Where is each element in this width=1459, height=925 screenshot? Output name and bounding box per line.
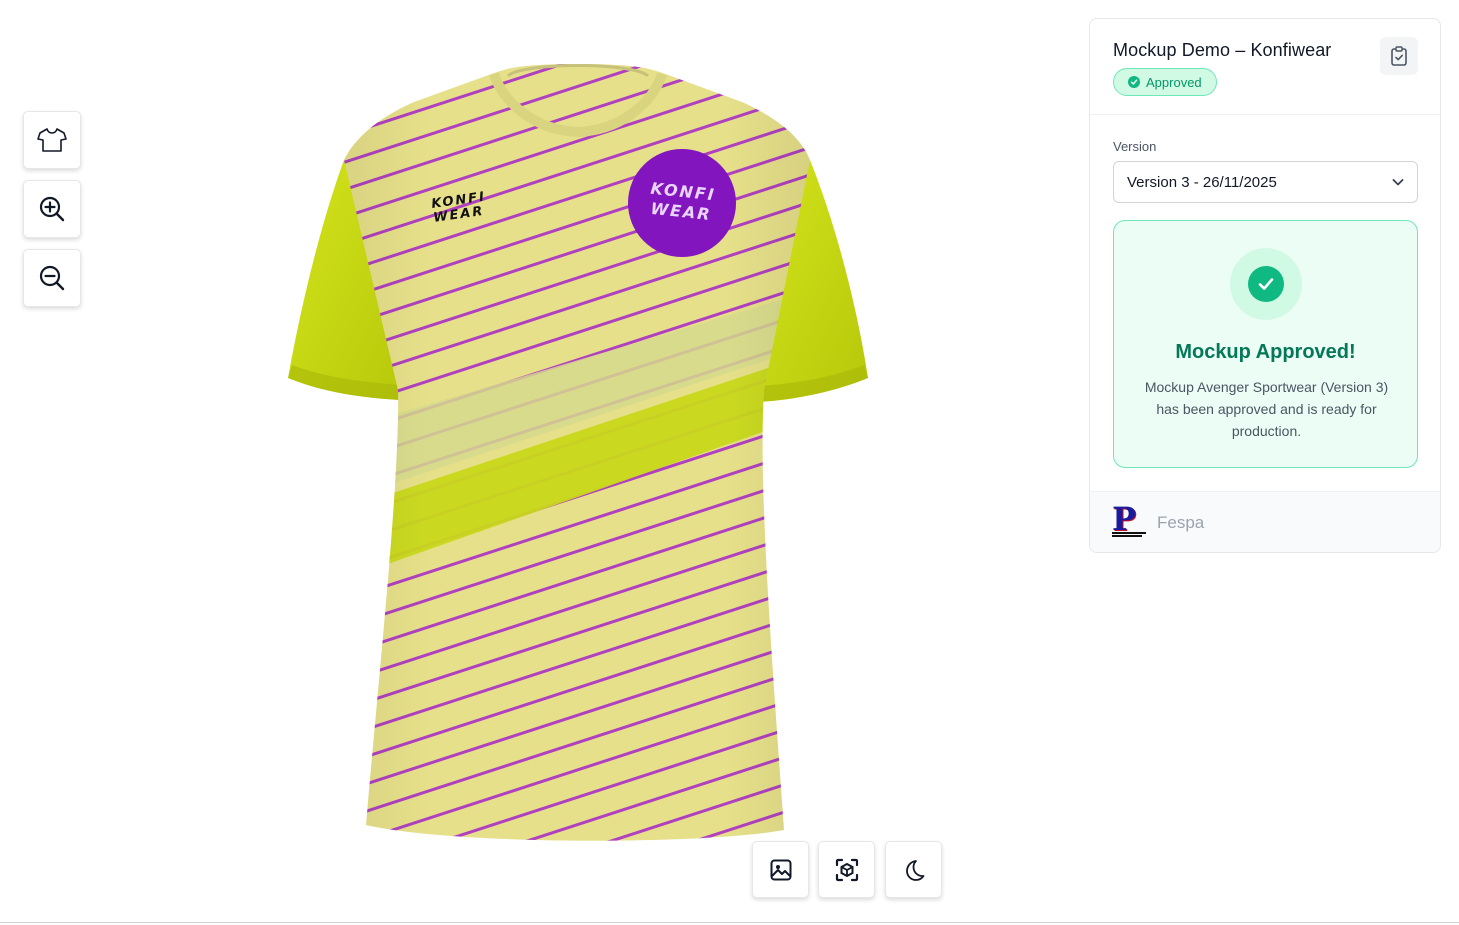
viewer-3d[interactable]: KONFI WEAR KONFI WEAR <box>0 0 1080 922</box>
approved-message: Mockup Avenger Sportwear (Version 3) has… <box>1144 379 1389 439</box>
mockup-info-panel: Mockup Demo – Konfiwear Approved Version… <box>1089 18 1441 553</box>
bottom-divider <box>0 922 1459 923</box>
zoom-in-icon <box>39 196 65 222</box>
image-export-button[interactable] <box>752 841 809 898</box>
dark-mode-button[interactable] <box>885 841 942 898</box>
zoom-out-icon <box>39 265 65 291</box>
mockup-app: KONFI WEAR KONFI WEAR Mockup Demo – Konf… <box>0 0 1459 925</box>
fespa-logo-icon: P P <box>1112 504 1146 539</box>
approved-title: Mockup Approved! <box>1175 341 1356 363</box>
ar-view-button[interactable] <box>818 841 875 898</box>
clipboard-check-icon <box>1391 46 1407 66</box>
image-icon <box>770 859 791 880</box>
version-select-value: Version 3 - 26/11/2025 <box>1127 173 1277 191</box>
tshirt-render: KONFI WEAR KONFI WEAR <box>288 64 868 841</box>
status-badge-label: Approved <box>1146 74 1202 90</box>
check-circle-icon <box>1128 76 1140 88</box>
approved-card: Mockup Approved! Mockup Avenger Sportwea… <box>1113 220 1418 468</box>
shirt-view-button[interactable] <box>23 111 81 169</box>
mockup-title: Mockup Demo – Konfiwear <box>1113 40 1332 60</box>
tshirt-icon <box>37 128 67 152</box>
status-badge: Approved <box>1113 68 1217 96</box>
moon-icon <box>905 859 924 881</box>
konfiwear-badge: KONFI WEAR <box>628 149 736 257</box>
zoom-out-button[interactable] <box>23 249 81 307</box>
footer-brand-name: Fespa <box>1157 513 1205 532</box>
tshirt-mockup[interactable]: KONFI WEAR KONFI WEAR <box>282 60 874 850</box>
panel-header: Mockup Demo – Konfiwear Approved <box>1090 19 1440 115</box>
panel-footer: P P Fespa <box>1090 491 1440 552</box>
version-select[interactable]: Version 3 - 26/11/2025 <box>1113 161 1418 203</box>
chevron-down-icon <box>1392 179 1404 186</box>
clipboard-button[interactable] <box>1380 37 1418 75</box>
ar-view-icon <box>835 858 858 881</box>
version-label: Version <box>1113 139 1157 154</box>
zoom-in-button[interactable] <box>23 180 81 238</box>
approved-check-icon <box>1230 248 1302 320</box>
